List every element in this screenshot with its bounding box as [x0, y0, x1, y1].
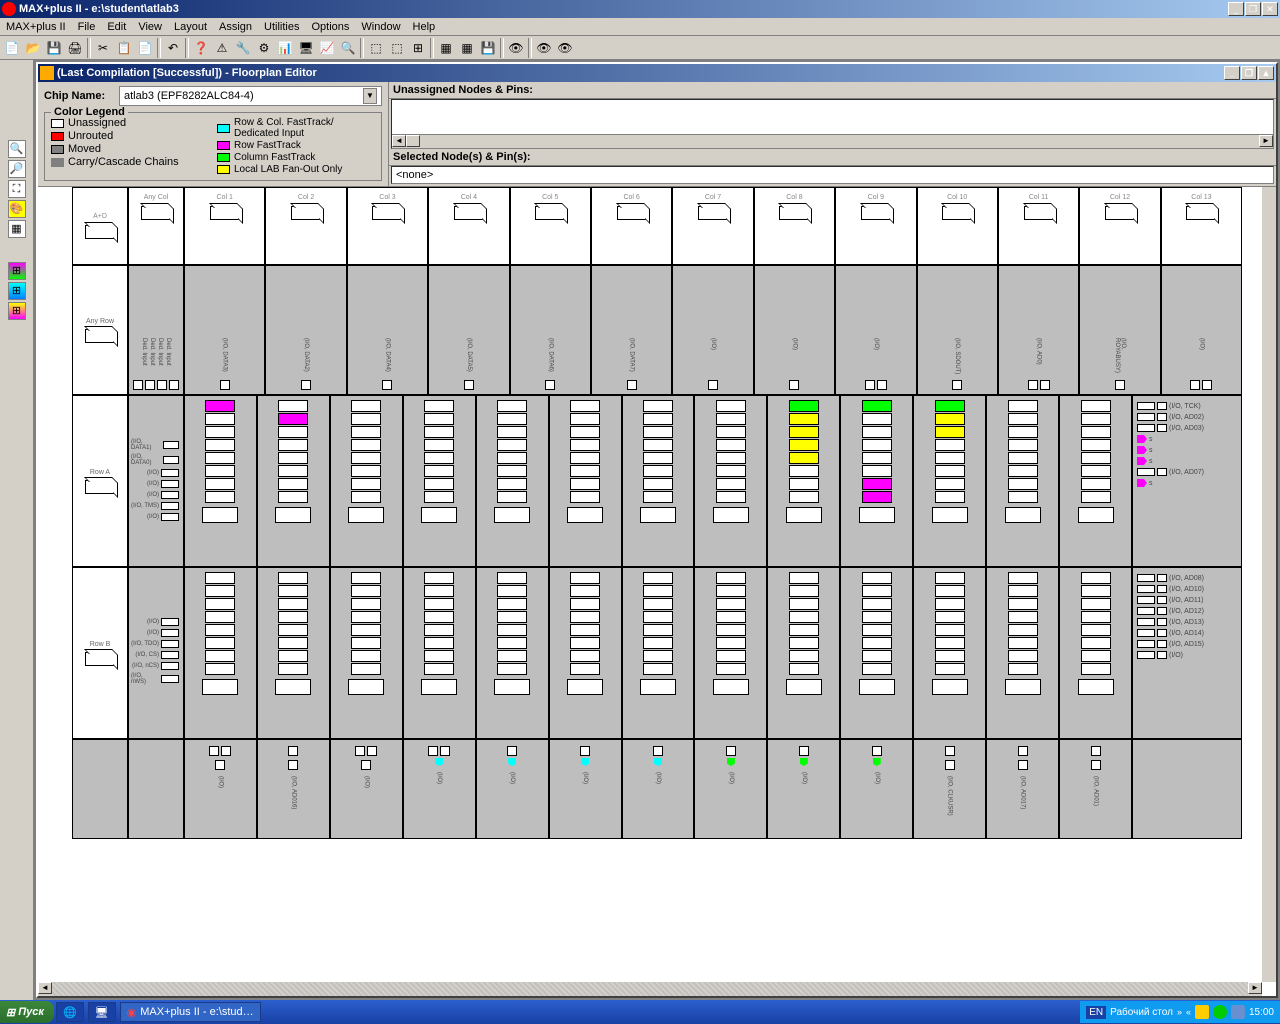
tool16-icon[interactable]: 👁 [555, 38, 575, 58]
selected-header: Selected Node(s) & Pin(s): [389, 149, 1276, 166]
taskbar-explorer-button[interactable]: 🖥 [88, 1002, 116, 1022]
menu-maxplus[interactable]: MAX+plus II [2, 20, 72, 34]
system-tray: EN Рабочий стол » « 15:00 [1080, 1001, 1280, 1023]
mdi-titlebar: (Last Compilation [Successful]) - Floorp… [38, 64, 1276, 82]
close-button[interactable]: ✕ [1262, 2, 1278, 16]
menu-utilities[interactable]: Utilities [258, 20, 305, 34]
menu-edit[interactable]: Edit [101, 20, 132, 34]
tray-icon-1[interactable] [1195, 1005, 1209, 1019]
help-icon[interactable]: ❓ [191, 38, 211, 58]
undo-icon[interactable]: ↶ [163, 38, 183, 58]
clock[interactable]: 15:00 [1249, 1007, 1274, 1018]
copy-icon[interactable]: 📋 [114, 38, 134, 58]
taskbar-ie-button[interactable]: 🌐 [56, 1002, 84, 1022]
zoom-in-icon[interactable]: 🔍 [8, 140, 26, 158]
zoom-out-icon[interactable]: 🔎 [8, 160, 26, 178]
tool13-icon[interactable]: 💾 [478, 38, 498, 58]
menu-assign[interactable]: Assign [213, 20, 258, 34]
mdi-title-text: (Last Compilation [Successful]) - Floorp… [57, 67, 1224, 79]
open-icon[interactable]: 📂 [23, 38, 43, 58]
floorplan-canvas[interactable]: A+DAny ColCol 1Col 2Col 3Col 4Col 5Col 6… [38, 187, 1276, 996]
chevron-down-icon[interactable]: ▼ [363, 88, 377, 104]
app-icon [2, 2, 16, 16]
chip-select[interactable]: atlab3 (EPF8282ALC84-4) ▼ [119, 86, 382, 106]
taskbar: ⊞ Пуск 🌐 🖥 ◉ MAX+plus II - e:\stud… EN Р… [0, 1000, 1280, 1024]
app-task-icon: ◉ [127, 1006, 137, 1019]
taskbar-app-button[interactable]: ◉ MAX+plus II - e:\stud… [120, 1002, 261, 1022]
minimize-button[interactable]: _ [1228, 2, 1244, 16]
chip-name-label: Chip Name: [44, 90, 119, 102]
tool9-icon[interactable]: ⬚ [387, 38, 407, 58]
desktop-label[interactable]: Рабочий стол [1110, 1007, 1173, 1018]
tray-icon-3[interactable] [1231, 1005, 1245, 1019]
unassigned-list[interactable]: ◄► [391, 99, 1274, 149]
unassigned-header: Unassigned Nodes & Pins: [389, 82, 1276, 99]
tool12-icon[interactable]: ▦ [457, 38, 477, 58]
left-toolbox: 🔍 🔎 ⛶ 🎨 ▦ ⊞ ⊞ ⊞ [0, 60, 34, 1000]
floorplan-window: (Last Compilation [Successful]) - Floorp… [36, 62, 1278, 998]
menu-view[interactable]: View [132, 20, 168, 34]
paste-icon[interactable]: 📄 [135, 38, 155, 58]
menu-bar: MAX+plus II File Edit View Layout Assign… [0, 18, 1280, 36]
tool7-icon[interactable]: 🔍 [338, 38, 358, 58]
tool14-icon[interactable]: 👁 [506, 38, 526, 58]
new-icon[interactable]: 📄 [2, 38, 22, 58]
start-button[interactable]: ⊞ Пуск [0, 1001, 54, 1023]
toolbar: 📄 📂 💾 🖨 ✂ 📋 📄 ↶ ❓ ⚠ 🔧 ⚙ 📊 🖥 📈 🔍 ⬚ ⬚ ⊞ ▦ … [0, 36, 1280, 60]
horizontal-scrollbar[interactable]: ◄ ► [38, 982, 1262, 996]
menu-options[interactable]: Options [305, 20, 355, 34]
menu-layout[interactable]: Layout [168, 20, 213, 34]
menu-file[interactable]: File [72, 20, 102, 34]
mdi-restore-button[interactable]: ❐ [1241, 66, 1257, 80]
save-icon[interactable]: 💾 [44, 38, 64, 58]
menu-help[interactable]: Help [407, 20, 442, 34]
windows-icon: ⊞ [6, 1006, 15, 1019]
print-icon[interactable]: 🖨 [65, 38, 85, 58]
scroll-left-icon[interactable]: ◄ [392, 135, 406, 147]
mdi-minimize-button[interactable]: _ [1224, 66, 1240, 80]
tool5-icon[interactable]: 🖥 [296, 38, 316, 58]
chip-icon[interactable]: ▦ [8, 220, 26, 238]
scroll-thumb[interactable] [406, 135, 420, 147]
hscroll-right-icon[interactable]: ► [1248, 982, 1262, 994]
tool8-icon[interactable]: ⬚ [366, 38, 386, 58]
tool6-icon[interactable]: 📈 [317, 38, 337, 58]
route1-icon[interactable]: ⊞ [8, 262, 26, 280]
tray-icon-2[interactable] [1213, 1005, 1227, 1019]
color-legend: Color Legend UnassignedUnroutedMovedCarr… [44, 112, 382, 181]
compile-icon[interactable]: ⚠ [212, 38, 232, 58]
tool15-icon[interactable]: 👁 [534, 38, 554, 58]
menu-window[interactable]: Window [355, 20, 406, 34]
tool2-icon[interactable]: 🔧 [233, 38, 253, 58]
tool3-icon[interactable]: ⚙ [254, 38, 274, 58]
lang-indicator[interactable]: EN [1086, 1006, 1106, 1019]
title-text: MAX+plus II - e:\student\atlab3 [19, 3, 1228, 15]
restore-button[interactable]: ❐ [1245, 2, 1261, 16]
fit-icon[interactable]: ⛶ [8, 180, 26, 198]
vertical-scrollbar[interactable] [1262, 187, 1276, 982]
selected-value: <none> [391, 166, 1274, 184]
cut-icon[interactable]: ✂ [93, 38, 113, 58]
title-bar: MAX+plus II - e:\student\atlab3 _ ❐ ✕ [0, 0, 1280, 18]
route2-icon[interactable]: ⊞ [8, 282, 26, 300]
scroll-right-icon[interactable]: ► [1259, 135, 1273, 147]
tool10-icon[interactable]: ⊞ [408, 38, 428, 58]
hscroll-left-icon[interactable]: ◄ [38, 982, 52, 994]
tool4-icon[interactable]: 📊 [275, 38, 295, 58]
legend-title: Color Legend [51, 106, 128, 118]
chip-value: atlab3 (EPF8282ALC84-4) [124, 90, 254, 102]
tool11-icon[interactable]: ▦ [436, 38, 456, 58]
route3-icon[interactable]: ⊞ [8, 302, 26, 320]
floorplan-icon [40, 66, 54, 80]
mdi-maximize-button[interactable]: ▲ [1258, 66, 1274, 80]
color-icon[interactable]: 🎨 [8, 200, 26, 218]
